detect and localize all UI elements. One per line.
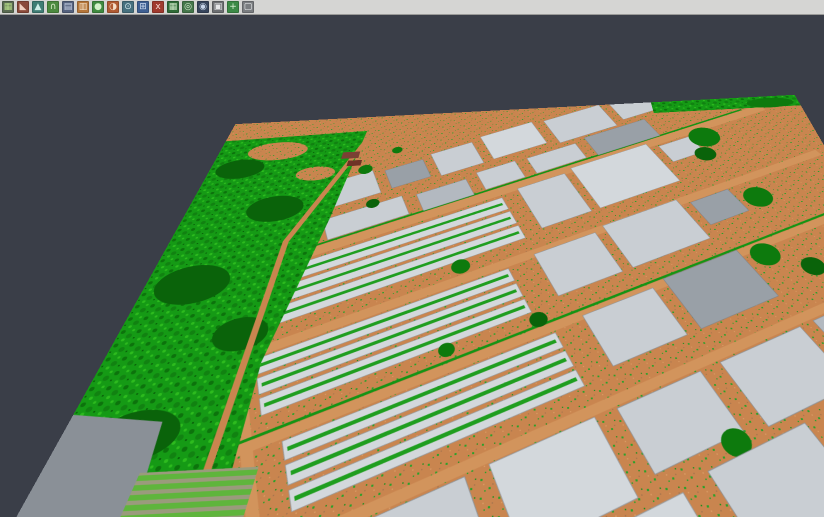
classified-point-cloud [0, 95, 824, 517]
toolbar-measure-tool-icon[interactable]: ⊙ [122, 1, 134, 13]
toolbar-clip-volume-icon[interactable]: ◣ [17, 1, 29, 13]
toolbar-zoom-extents-icon[interactable]: ⊞ [137, 1, 149, 13]
3d-viewport[interactable] [0, 15, 824, 517]
toolbar-mesh-view-icon[interactable]: ▲ [32, 1, 44, 13]
toolbar-settings-icon[interactable]: ▢ [242, 1, 254, 13]
toolbar-raster-layer-icon[interactable]: ▦ [167, 1, 179, 13]
toolbar-dem-surface-icon[interactable]: ∩ [47, 1, 59, 13]
toolbar-point-cloud-icon[interactable]: ◎ [182, 1, 194, 13]
terrain-tile-3d [0, 95, 824, 517]
toolbar-delete-selection-icon[interactable]: x [152, 1, 164, 13]
toolbar-open-terrain-icon[interactable]: ▦ [2, 1, 14, 13]
toolbar-snapshot-icon[interactable]: ▣ [212, 1, 224, 13]
main-toolbar: ▦◣▲∩▤▥●◑⊙⊞x▦◎◉▣+▢ [0, 0, 824, 15]
toolbar-grid-view-icon[interactable]: ▤ [62, 1, 74, 13]
toolbar-add-layer-icon[interactable]: + [227, 1, 239, 13]
toolbar-classify-ground-icon[interactable]: ◑ [107, 1, 119, 13]
toolbar-classify-vegetation-icon[interactable]: ● [92, 1, 104, 13]
toolbar-ortho-tile-icon[interactable]: ▥ [77, 1, 89, 13]
toolbar-globe-view-icon[interactable]: ◉ [197, 1, 209, 13]
